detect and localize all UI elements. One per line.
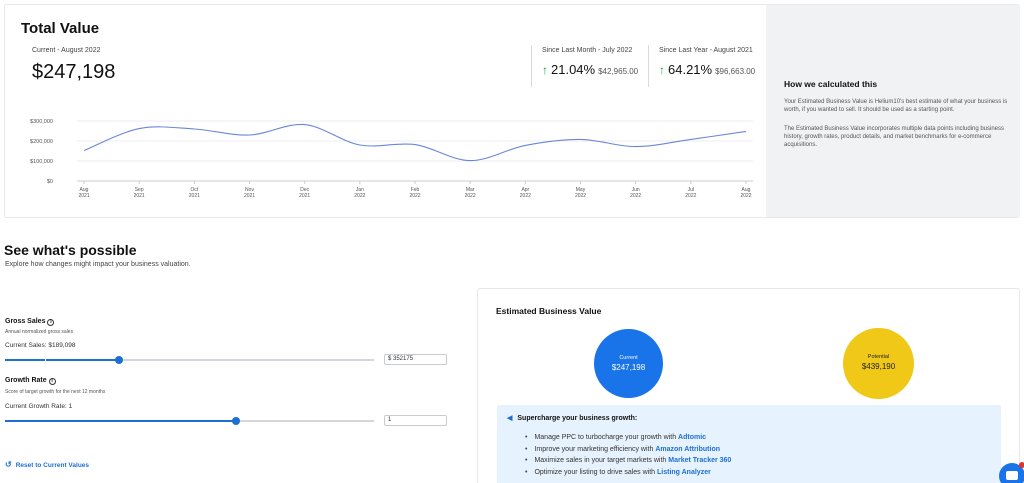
y-tick-label: $100,000 <box>30 159 53 165</box>
since-month-stat: ↑ 21.04% $42,965.00 <box>542 62 638 77</box>
x-tick-label: 2022 <box>685 193 696 199</box>
potential-circle-label: Potential <box>867 354 890 360</box>
y-tick-label: $300,000 <box>30 119 53 125</box>
reset-label: Reset to Current Values <box>15 462 90 469</box>
growth-rate-label-text: Growth Rate <box>5 377 47 384</box>
possible-subtitle: Explore how changes might impact your bu… <box>5 261 191 268</box>
gross-sales-input[interactable]: $ 352175 <box>384 354 447 365</box>
x-tick-label: 2021 <box>78 193 89 199</box>
how-calculated-text-1: Your Estimated Business Value is Helium1… <box>784 99 1008 113</box>
gross-sales-label: Gross Sales i <box>5 318 55 326</box>
list-item: Manage PPC to turbocharge your growth wi… <box>525 432 731 444</box>
market-tracker-link[interactable]: Market Tracker 360 <box>668 457 731 464</box>
potential-value-circle: Potential $439,190 <box>843 328 914 399</box>
gross-sales-slider[interactable] <box>5 356 374 364</box>
how-calculated-title: How we calculated this <box>784 79 878 89</box>
growth-tips-list: Manage PPC to turbocharge your growth wi… <box>525 432 731 478</box>
possible-title: See what's possible <box>4 242 137 258</box>
slider-tick <box>45 359 46 361</box>
x-tick-label: 2021 <box>134 193 145 199</box>
since-year-abs: $96,663.00 <box>715 67 756 76</box>
list-item: Optimize your listing to drive sales wit… <box>525 467 731 479</box>
reset-button[interactable]: ↺ Reset to Current Values <box>5 460 89 469</box>
y-tick-label: $200,000 <box>30 139 53 145</box>
gross-sales-slider-thumb[interactable] <box>115 356 124 364</box>
since-year-pct: 64.21% <box>668 62 713 77</box>
value-line-chart: $0$100,000$200,000$300,000Aug2021Sep2021… <box>30 119 753 199</box>
how-calculated-panel: How we calculated this Your Estimated Bu… <box>766 5 1020 217</box>
x-tick-label: 2021 <box>299 193 310 199</box>
tip-text: Manage PPC to turbocharge your growth wi… <box>534 434 679 441</box>
tip-text: Optimize your listing to drive sales wit… <box>534 468 657 476</box>
current-circle-value: $247,198 <box>611 363 646 372</box>
arrow-up-icon: ↑ <box>659 63 665 77</box>
arrow-up-icon: ↑ <box>542 63 548 77</box>
series-line <box>83 123 747 162</box>
growth-rate-description: Score of target growth for the next 12 m… <box>5 389 106 395</box>
x-tick-label: 2022 <box>520 193 531 199</box>
current-circle-label: Current <box>619 355 638 361</box>
growth-rate-label: Growth Rate i <box>5 377 56 385</box>
x-tick-label: 2022 <box>465 193 476 199</box>
info-icon[interactable]: i <box>47 319 55 326</box>
tip-text: Improve your marketing efficiency with <box>534 445 656 453</box>
listing-analyzer-link[interactable]: Listing Analyzer <box>657 469 711 476</box>
reset-icon: ↺ <box>5 460 12 469</box>
notification-badge <box>1019 462 1024 468</box>
gross-sales-description: Annual normalized gross sales <box>5 329 74 335</box>
gross-sales-current: Current Sales: $189,098 <box>5 342 76 349</box>
gross-sales-label-text: Gross Sales <box>5 318 46 325</box>
y-tick-label: $0 <box>47 179 53 185</box>
since-year-stat: ↑ 64.21% $96,663.00 <box>659 62 755 77</box>
tip-text: Maximize sales in your target markets wi… <box>534 457 669 464</box>
stat-divider <box>531 45 532 87</box>
since-month-label: Since Last Month - July 2022 <box>542 47 633 54</box>
growth-tips-box: ◀ Supercharge your business growth: Manag… <box>497 405 1001 483</box>
total-value-card: Total Value Current - August 2022 $247,1… <box>4 4 1020 218</box>
x-tick-label: 2022 <box>740 193 751 199</box>
growth-rate-slider-fill <box>5 420 236 422</box>
growth-tips-title: ◀ Supercharge your business growth: <box>507 414 637 422</box>
x-tick-label: 2022 <box>630 193 641 199</box>
growth-rate-slider[interactable] <box>5 417 374 425</box>
current-value: $247,198 <box>32 61 116 83</box>
total-value-title: Total Value <box>21 20 100 37</box>
potential-circle-value: $439,190 <box>861 362 896 371</box>
growth-rate-input[interactable]: 1 <box>384 415 447 426</box>
chat-bubble-icon <box>1006 471 1018 480</box>
x-tick-label: 2022 <box>354 193 365 199</box>
since-year-label: Since Last Year - August 2021 <box>659 47 753 54</box>
x-tick-label: 2021 <box>189 193 200 199</box>
list-item: Improve your marketing efficiency with A… <box>525 444 731 456</box>
adtomic-link[interactable]: Adtomic <box>678 434 706 441</box>
list-item: Maximize sales in your target markets wi… <box>525 455 731 467</box>
info-icon[interactable]: i <box>48 378 56 385</box>
amazon-attribution-link[interactable]: Amazon Attribution <box>655 446 720 453</box>
current-label: Current - August 2022 <box>32 47 101 54</box>
growth-tips-title-text: Supercharge your business growth: <box>517 415 638 422</box>
growth-rate-slider-thumb[interactable] <box>231 417 240 425</box>
gross-sales-slider-fill <box>5 359 120 361</box>
estimated-value-card: Estimated Business Value Current $247,19… <box>477 288 1020 483</box>
growth-rate-current: Current Growth Rate: 1 <box>5 403 73 410</box>
x-tick-label: 2022 <box>409 193 420 199</box>
estimated-value-title: Estimated Business Value <box>496 306 602 316</box>
stat-divider <box>648 45 649 87</box>
x-tick-label: 2022 <box>575 193 586 199</box>
since-month-pct: 21.04% <box>551 62 596 77</box>
how-calculated-text-2: The Estimated Business Value incorporate… <box>784 126 1005 148</box>
since-month-abs: $42,965.00 <box>598 67 639 76</box>
x-tick-label: 2021 <box>244 193 255 199</box>
megaphone-icon: ◀ <box>507 415 513 422</box>
current-value-circle: Current $247,198 <box>594 329 663 398</box>
